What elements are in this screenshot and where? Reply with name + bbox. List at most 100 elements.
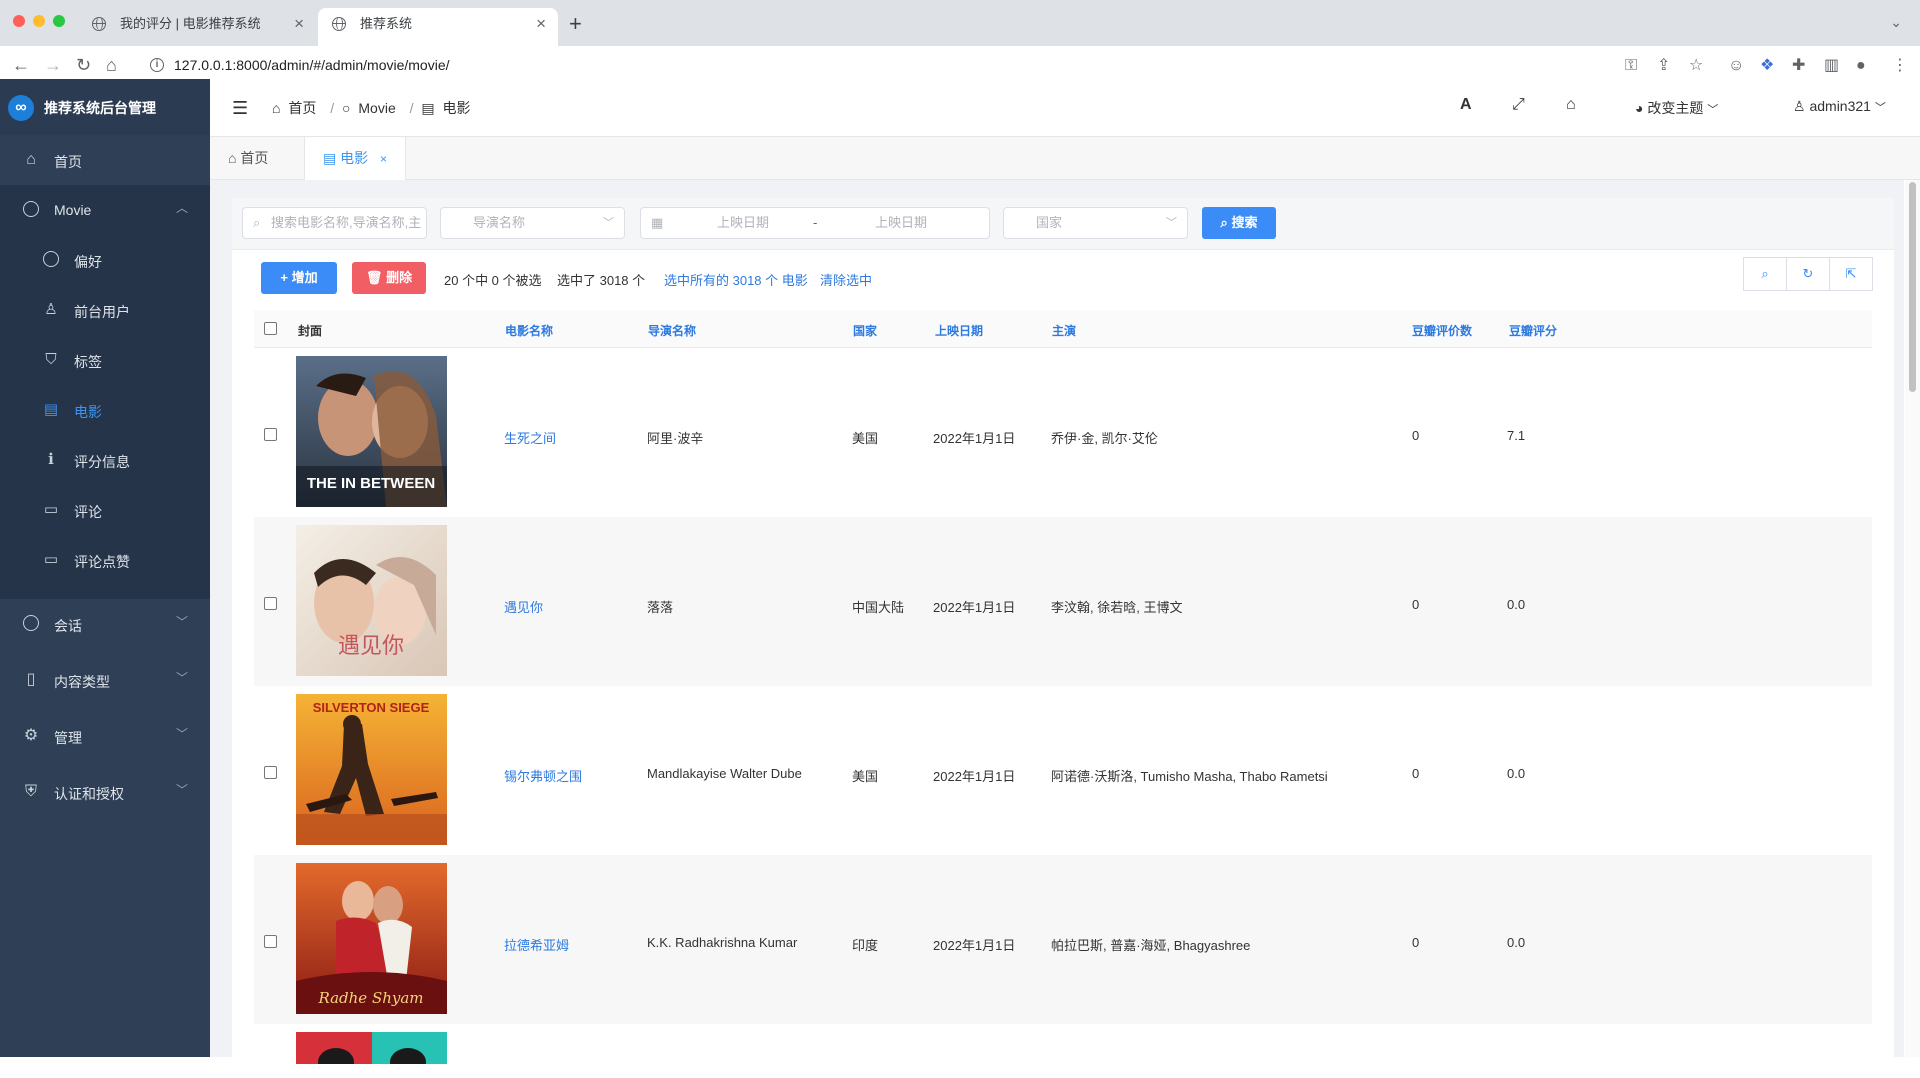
changelist-card: ⌕ 搜索电影名称,导演名称,主 导演名称 ﹀ ▦ 上映日期 - 上映日期 国家 … bbox=[232, 198, 1894, 1078]
row-checkbox[interactable] bbox=[264, 766, 277, 779]
date-range-picker[interactable]: ▦ 上映日期 - 上映日期 bbox=[640, 207, 990, 239]
column-header: 封面 bbox=[298, 324, 323, 338]
forward-button[interactable]: → bbox=[44, 54, 62, 76]
clear-selection-link[interactable]: 清除选中 bbox=[820, 270, 872, 289]
movie-poster: Radhe Shyam bbox=[296, 863, 447, 1014]
sidebar-item-ratings[interactable]: ℹ 评分信息 bbox=[0, 435, 210, 485]
column-header[interactable]: 豆瓣评分 bbox=[1509, 322, 1557, 339]
profile-icon[interactable]: ● bbox=[1856, 56, 1866, 76]
movie-name-link[interactable]: 拉德希亚姆 bbox=[504, 935, 569, 954]
sidebar-item-comment-likes[interactable]: ▭ 评论点赞 bbox=[0, 535, 210, 585]
key-icon[interactable]: ⚿ bbox=[1625, 56, 1637, 76]
info-icon[interactable]: i bbox=[150, 58, 164, 72]
browser-tab[interactable]: 我的评分 | 电影推荐系统 × bbox=[78, 8, 316, 46]
puzzle-icon[interactable]: ✚ bbox=[1792, 56, 1805, 76]
sidebar: ∞ 推荐系统后台管理 ⌂ 首页 Movie ︿ 偏好 ♙ 前台用户 ⛉ 标签 ▤… bbox=[0, 79, 210, 1057]
sidebar-item-admin[interactable]: ⚙ 管理 ﹀ bbox=[0, 711, 210, 761]
country-select[interactable]: 国家 ﹀ bbox=[1003, 207, 1188, 239]
tab-home[interactable]: ⌂ 首页 bbox=[210, 137, 286, 180]
chevron-down-icon[interactable]: ⌄ bbox=[1890, 14, 1902, 31]
svg-text:THE IN BETWEEN: THE IN BETWEEN bbox=[307, 475, 435, 492]
font-size-icon[interactable]: A bbox=[1460, 96, 1472, 114]
sidebar-item-label: 标签 bbox=[74, 354, 102, 370]
search-input[interactable]: ⌕ 搜索电影名称,导演名称,主 bbox=[242, 207, 427, 239]
url-text[interactable]: 127.0.0.1:8000/admin/#/admin/movie/movie… bbox=[174, 57, 450, 73]
sidebar-item-home[interactable]: ⌂ 首页 bbox=[0, 135, 210, 185]
table-row[interactable]: SILVERTON SIEGE 锡尔弗顿之围 Mandlakayise Walt… bbox=[254, 686, 1872, 855]
sidebar-item-movie[interactable]: Movie ︿ bbox=[0, 185, 210, 235]
delete-button[interactable]: 🗑 删除 bbox=[352, 262, 426, 294]
fullscreen-icon[interactable]: ⤢ bbox=[1512, 96, 1525, 114]
menu-toggle-icon[interactable]: ☰ bbox=[232, 98, 248, 119]
column-header[interactable]: 豆瓣评价数 bbox=[1412, 322, 1472, 339]
search-button[interactable]: ⌕ 搜索 bbox=[1202, 207, 1276, 239]
sidebar-item-auth[interactable]: ⛨ 认证和授权 ﹀ bbox=[0, 767, 210, 817]
home-icon[interactable]: ⌂ bbox=[106, 54, 117, 76]
sidebar-item-front-users[interactable]: ♙ 前台用户 bbox=[0, 285, 210, 335]
export-icon[interactable]: ⇱ bbox=[1829, 257, 1873, 291]
sidebar-item-sessions[interactable]: 会话 ﹀ bbox=[0, 599, 210, 649]
filter-bar: ⌕ 搜索电影名称,导演名称,主 导演名称 ﹀ ▦ 上映日期 - 上映日期 国家 … bbox=[232, 198, 1894, 250]
column-header[interactable]: 导演名称 bbox=[648, 322, 696, 339]
brand[interactable]: ∞ 推荐系统后台管理 bbox=[0, 79, 210, 135]
extension-icon[interactable]: ❖ bbox=[1760, 56, 1774, 76]
sidebar-item-preference[interactable]: 偏好 bbox=[0, 235, 210, 285]
select-all-link[interactable]: 选中所有的 3018 个 电影 bbox=[664, 270, 808, 289]
window-maximize-button[interactable] bbox=[53, 15, 65, 27]
scrollbar-thumb[interactable] bbox=[1909, 182, 1916, 392]
director-cell: K.K. Radhakrishna Kumar bbox=[647, 935, 798, 950]
breadcrumb-home[interactable]: 首页 bbox=[288, 100, 316, 116]
table-row[interactable]: Radhe Shyam 拉德希亚姆 K.K. Radhakrishna Kuma… bbox=[254, 855, 1872, 1024]
sidebar-item-movies[interactable]: ▤ 电影 bbox=[0, 385, 210, 435]
home-icon[interactable]: ⌂ bbox=[1566, 96, 1576, 114]
search-icon: ⌕ bbox=[1220, 215, 1228, 230]
theme-switch-button[interactable]: ◕ 改变主题 ﹀ bbox=[1635, 98, 1718, 118]
back-button[interactable]: ← bbox=[12, 54, 30, 76]
home-icon: ⌂ bbox=[228, 150, 237, 166]
star-icon[interactable]: ☆ bbox=[1689, 56, 1703, 76]
reload-button[interactable]: ↻ bbox=[76, 54, 91, 76]
select-all-checkbox[interactable] bbox=[264, 322, 277, 335]
table-row[interactable] bbox=[254, 1024, 1872, 1064]
close-icon[interactable]: × bbox=[536, 8, 546, 40]
window-close-button[interactable] bbox=[13, 15, 25, 27]
extension-avatar-icon[interactable]: ☺ bbox=[1728, 56, 1744, 76]
more-menu-icon[interactable]: ⋮ bbox=[1892, 56, 1908, 76]
address-bar[interactable]: i 127.0.0.1:8000/admin/#/admin/movie/mov… bbox=[140, 51, 1570, 81]
movie-name-link[interactable]: 锡尔弗顿之围 bbox=[504, 766, 582, 785]
movie-name-link[interactable]: 生死之间 bbox=[504, 428, 556, 447]
breadcrumb-current: 电影 bbox=[442, 100, 471, 116]
tab-movies[interactable]: ▤ 电影 × bbox=[304, 137, 407, 180]
column-header[interactable]: 电影名称 bbox=[505, 322, 553, 339]
director-cell: 落落 bbox=[647, 600, 674, 615]
shield-icon: ⛨ bbox=[24, 783, 37, 800]
breadcrumb-movie[interactable]: Movie bbox=[358, 100, 395, 116]
window-minimize-button[interactable] bbox=[33, 15, 45, 27]
trash-icon: 🗑 bbox=[365, 270, 383, 285]
sidebar-item-comments[interactable]: ▭ 评论 bbox=[0, 485, 210, 535]
row-checkbox[interactable] bbox=[264, 597, 277, 610]
close-icon[interactable]: × bbox=[294, 8, 304, 40]
sidebar-item-content-types[interactable]: ▯ 内容类型 ﹀ bbox=[0, 655, 210, 705]
column-header[interactable]: 上映日期 bbox=[935, 322, 983, 339]
browser-tab-active[interactable]: 推荐系统 × bbox=[318, 8, 558, 46]
refresh-icon[interactable]: ↻ bbox=[1786, 257, 1830, 291]
sidepanel-icon[interactable]: ▥ bbox=[1824, 56, 1839, 76]
column-header[interactable]: 主演 bbox=[1052, 322, 1076, 339]
new-tab-button[interactable]: + bbox=[569, 11, 582, 37]
search-icon[interactable]: ⌕ bbox=[1743, 257, 1787, 291]
table-row[interactable]: 遇见你 遇见你 落落 中国大陆 2022年1月1日 李汶翰, 徐若晗, 王博文 … bbox=[254, 517, 1872, 686]
vertical-scrollbar[interactable] bbox=[1905, 180, 1920, 1057]
sidebar-item-tags[interactable]: ⛉ 标签 bbox=[0, 335, 210, 385]
table-row[interactable]: THE IN BETWEEN 生死之间 阿里·波辛 美国 2022年1月1日 乔… bbox=[254, 348, 1872, 517]
column-header[interactable]: 国家 bbox=[853, 322, 877, 339]
add-button[interactable]: + 增加 bbox=[261, 262, 337, 294]
close-icon[interactable]: × bbox=[380, 152, 387, 166]
row-checkbox[interactable] bbox=[264, 935, 277, 948]
search-button-label: 搜索 bbox=[1231, 215, 1258, 230]
director-select[interactable]: 导演名称 ﹀ bbox=[440, 207, 625, 239]
share-icon[interactable]: ⇪ bbox=[1657, 56, 1670, 76]
row-checkbox[interactable] bbox=[264, 428, 277, 441]
movie-name-link[interactable]: 遇见你 bbox=[504, 597, 543, 616]
user-menu[interactable]: ♙ admin321 ﹀ bbox=[1793, 98, 1886, 115]
